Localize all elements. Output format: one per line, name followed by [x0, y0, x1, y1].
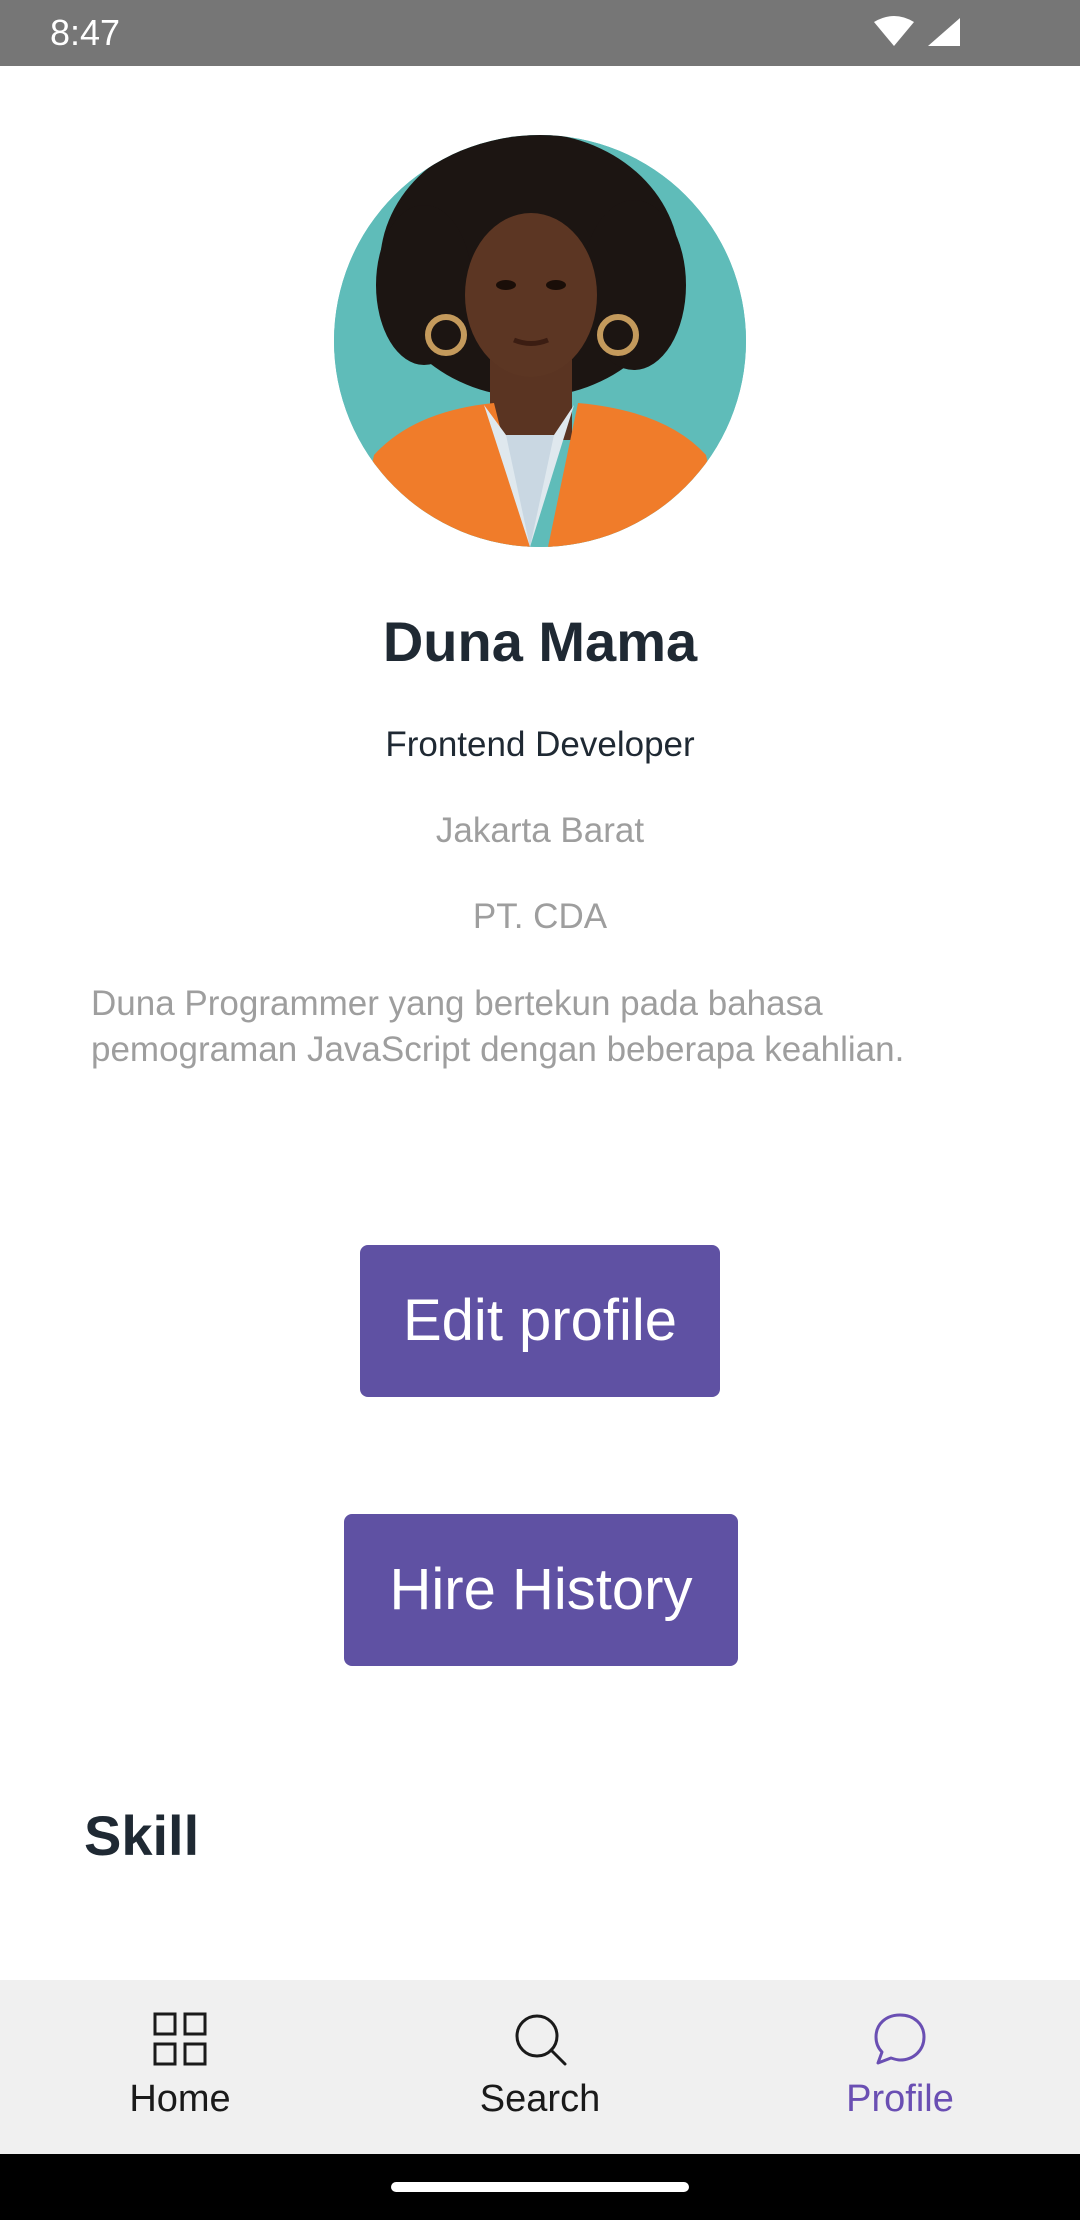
status-time: 8:47 [50, 12, 121, 53]
avatar-portrait-image [334, 135, 746, 547]
system-navigation-bar [0, 2154, 1080, 2220]
grid-icon [153, 2012, 207, 2066]
profile-company: PT. CDA [472, 897, 608, 936]
nav-label-search: Search [479, 2078, 601, 2120]
home-indicator[interactable] [391, 2182, 689, 2192]
edit-profile-button[interactable]: Edit profile [360, 1245, 720, 1397]
profile-role: Frontend Developer [385, 725, 695, 764]
nav-item-profile[interactable]: Profile [720, 1980, 1080, 2154]
profile-location: Jakarta Barat [435, 811, 645, 850]
signal-icon [928, 18, 960, 46]
status-bar: 8:47 [0, 0, 1080, 66]
skill-section-heading: Skill [84, 1804, 200, 1867]
hire-history-button[interactable]: Hire History [344, 1514, 738, 1666]
profile-bio-line: pemograman JavaScript dengan beberapa ke… [91, 1030, 905, 1069]
profile-name: Duna Mama [382, 610, 698, 673]
profile-content: Duna Mama Frontend Developer Jakarta Bar… [0, 66, 1080, 1980]
profile-bio: Duna Programmer yang bertekun pada bahas… [91, 981, 1021, 1073]
wifi-icon [874, 16, 914, 46]
nav-item-home[interactable]: Home [0, 1980, 360, 2154]
status-icons [872, 16, 964, 50]
nav-item-search[interactable]: Search [360, 1980, 720, 2154]
avatar [334, 135, 746, 547]
profile-bio-line: Duna Programmer yang bertekun pada bahas… [91, 984, 823, 1023]
search-icon [515, 2014, 567, 2066]
chat-bubble-icon [874, 2013, 926, 2065]
nav-label-profile: Profile [846, 2078, 954, 2120]
nav-label-home: Home [129, 2078, 231, 2120]
bottom-navigation: Home Search Profile [0, 1980, 1080, 2154]
